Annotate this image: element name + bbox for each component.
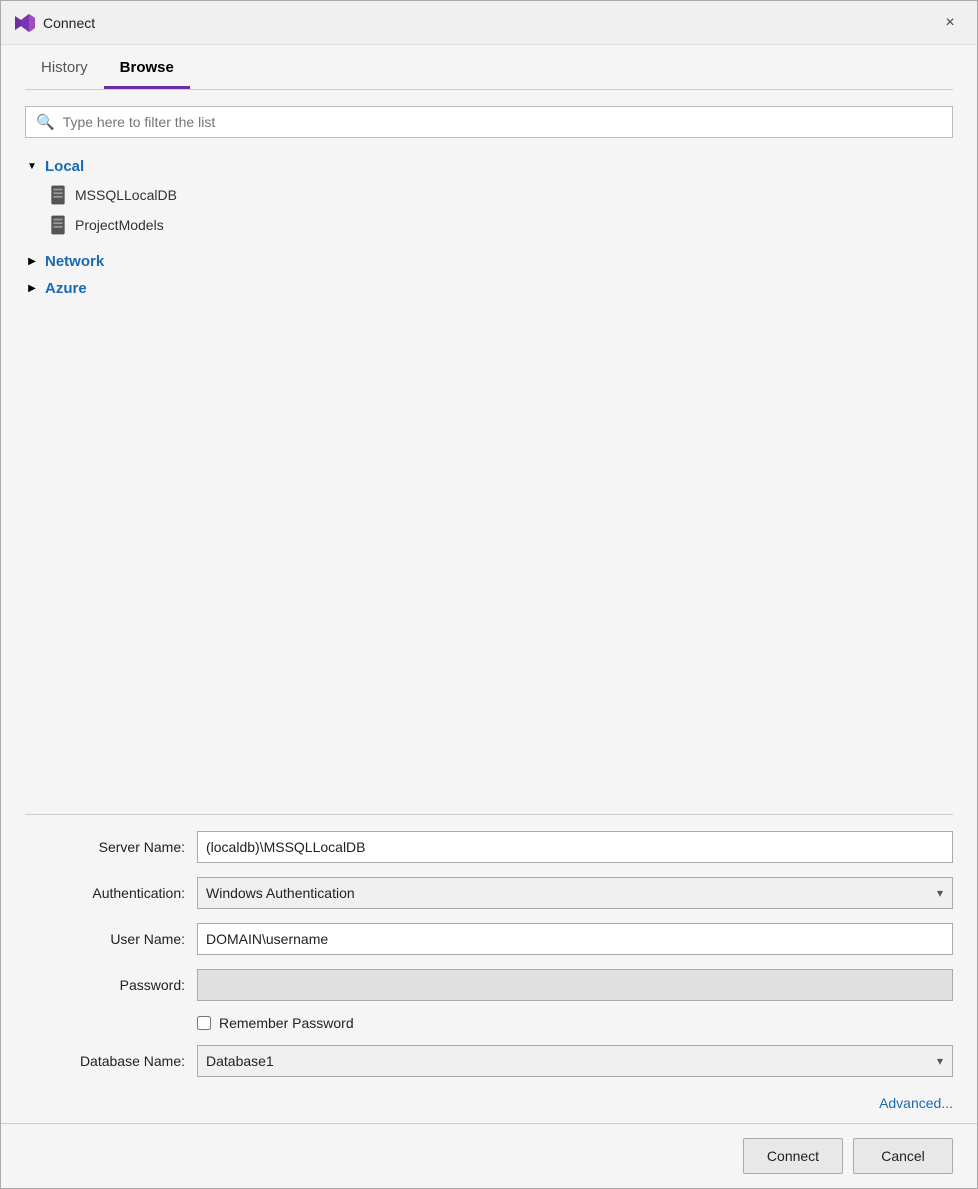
search-box: 🔍 [25, 106, 953, 138]
network-label: Network [45, 253, 104, 270]
search-icon: 🔍 [36, 113, 55, 131]
advanced-link[interactable]: Advanced... [879, 1095, 953, 1111]
remember-password-checkbox[interactable] [197, 1016, 211, 1030]
database-name-label: Database Name: [25, 1053, 185, 1069]
server-name-row: Server Name: [25, 831, 953, 863]
db-icon-mssqllocaldb [49, 185, 67, 205]
button-bar: Connect Cancel [1, 1124, 977, 1188]
tab-history[interactable]: History [25, 45, 104, 89]
database-name-select-wrapper: Database1 [197, 1045, 953, 1077]
tree-item-mssqllocaldb[interactable]: MSSQLLocalDB [49, 181, 953, 209]
tree-item-projectmodels[interactable]: ProjectModels [49, 211, 953, 239]
password-row: Password: [25, 969, 953, 1001]
user-name-input[interactable] [197, 923, 953, 955]
connection-form: Server Name: Authentication: Windows Aut… [1, 815, 977, 1123]
authentication-select[interactable]: Windows Authentication SQL Server Authen… [197, 877, 953, 909]
database-name-select[interactable]: Database1 [197, 1045, 953, 1077]
search-input[interactable] [63, 114, 942, 130]
azure-label: Azure [45, 280, 87, 297]
mssqllocaldb-label: MSSQLLocalDB [75, 187, 177, 203]
projectmodels-label: ProjectModels [75, 217, 164, 233]
title-bar: Connect × [1, 1, 977, 45]
user-name-row: User Name: [25, 923, 953, 955]
local-arrow: ▼ [25, 161, 39, 172]
user-name-label: User Name: [25, 931, 185, 947]
server-name-input[interactable] [197, 831, 953, 863]
cancel-button[interactable]: Cancel [853, 1138, 953, 1174]
password-label: Password: [25, 977, 185, 993]
tab-browse[interactable]: Browse [104, 45, 190, 89]
server-name-label: Server Name: [25, 839, 185, 855]
tree-view: ▼ Local MSSQLLocalDB [25, 154, 953, 301]
authentication-select-wrapper: Windows Authentication SQL Server Authen… [197, 877, 953, 909]
advanced-row: Advanced... [25, 1091, 953, 1115]
tabs-container: History Browse [1, 45, 977, 89]
database-name-row: Database Name: Database1 [25, 1045, 953, 1077]
password-input [197, 969, 953, 1001]
db-icon-projectmodels [49, 215, 67, 235]
remember-password-label[interactable]: Remember Password [219, 1015, 354, 1031]
tree-item-azure[interactable]: ▶ Azure [25, 276, 953, 301]
network-arrow: ▶ [25, 256, 39, 267]
remember-password-row: Remember Password [25, 1015, 953, 1031]
connect-button[interactable]: Connect [743, 1138, 843, 1174]
tree-item-network[interactable]: ▶ Network [25, 249, 953, 274]
tree-item-local[interactable]: ▼ Local [25, 154, 953, 179]
azure-arrow: ▶ [25, 283, 39, 294]
dialog-title: Connect [43, 15, 927, 31]
connect-dialog: Connect × History Browse 🔍 ▼ Local [0, 0, 978, 1189]
authentication-label: Authentication: [25, 885, 185, 901]
close-button[interactable]: × [935, 8, 965, 38]
local-children: MSSQLLocalDB ProjectModels [25, 181, 953, 239]
authentication-row: Authentication: Windows Authentication S… [25, 877, 953, 909]
browse-content: 🔍 ▼ Local MSSQLLocalDB [1, 90, 977, 814]
local-label: Local [45, 158, 84, 175]
app-icon [13, 12, 35, 34]
